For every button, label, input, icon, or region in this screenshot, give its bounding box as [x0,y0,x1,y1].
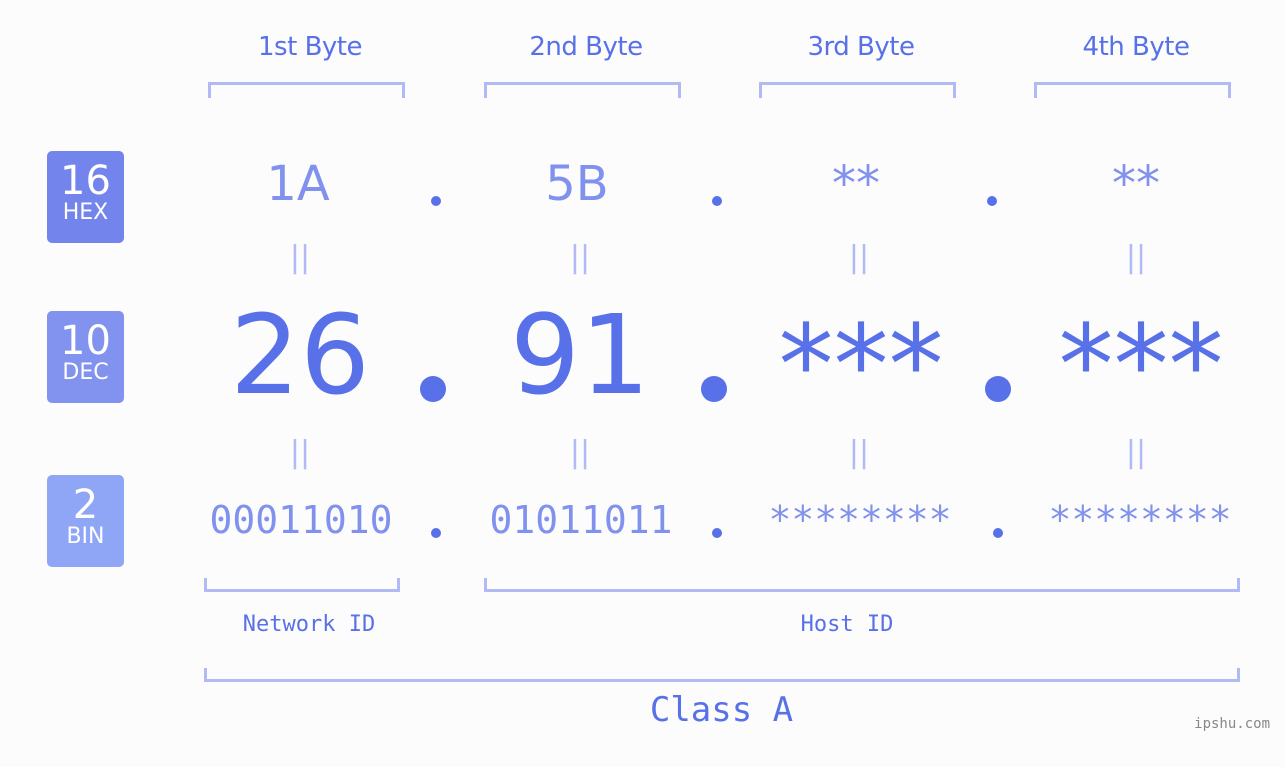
hex-base-number: 16 [60,158,111,204]
bin-byte-2: 01011011 [489,498,673,542]
bin-base-number: 2 [72,482,99,528]
dec-byte-3: *** [778,301,944,429]
ip-class-label: Class A [649,690,794,730]
byte-header-1: 1st Byte [258,32,362,62]
bin-byte-3: ******** [768,498,952,542]
byte-header-4: 4th Byte [1082,32,1190,62]
network-id-bracket [204,578,400,592]
equals-symbol: || [569,240,591,275]
dec-base-label: DEC [62,360,109,385]
equals-symbol: || [1125,435,1147,470]
equals-symbol: || [848,435,870,470]
dec-separator-dot [420,376,446,402]
byte-bracket-1 [208,82,405,98]
dec-badge: 10 DEC [47,311,124,403]
hex-byte-1: 1A [266,156,330,212]
hex-byte-3: ** [832,156,880,212]
dec-base-number: 10 [60,318,111,364]
byte-header-3: 3rd Byte [807,32,915,62]
bin-separator-dot [712,528,722,538]
equals-symbol: || [848,240,870,275]
class-bracket [204,668,1240,682]
hex-byte-4: ** [1112,156,1160,212]
hex-separator-dot [987,196,997,206]
bin-separator-dot [993,528,1003,538]
equals-symbol: || [569,435,591,470]
equals-symbol: || [289,435,311,470]
host-id-label: Host ID [800,612,894,637]
network-id-label: Network ID [242,612,376,637]
dec-byte-4: *** [1058,301,1224,429]
equals-symbol: || [289,240,311,275]
byte-header-2: 2nd Byte [529,32,643,62]
bin-badge: 2 BIN [47,475,124,567]
bin-byte-4: ******** [1048,498,1232,542]
bin-base-label: BIN [66,524,105,549]
equals-symbol: || [1125,240,1147,275]
dec-byte-2: 91 [510,291,650,419]
bin-byte-1: 00011010 [209,498,393,542]
byte-bracket-3 [759,82,956,98]
dec-byte-1: 26 [230,291,370,419]
host-id-bracket [484,578,1240,592]
byte-bracket-2 [484,82,681,98]
dec-separator-dot [985,376,1011,402]
hex-byte-2: 5B [545,156,609,212]
hex-separator-dot [712,196,722,206]
hex-badge: 16 HEX [47,151,124,243]
bin-separator-dot [431,528,441,538]
dec-separator-dot [701,376,727,402]
watermark: ipshu.com [1194,716,1270,732]
hex-base-label: HEX [62,200,109,225]
byte-bracket-4 [1034,82,1231,98]
hex-separator-dot [431,196,441,206]
